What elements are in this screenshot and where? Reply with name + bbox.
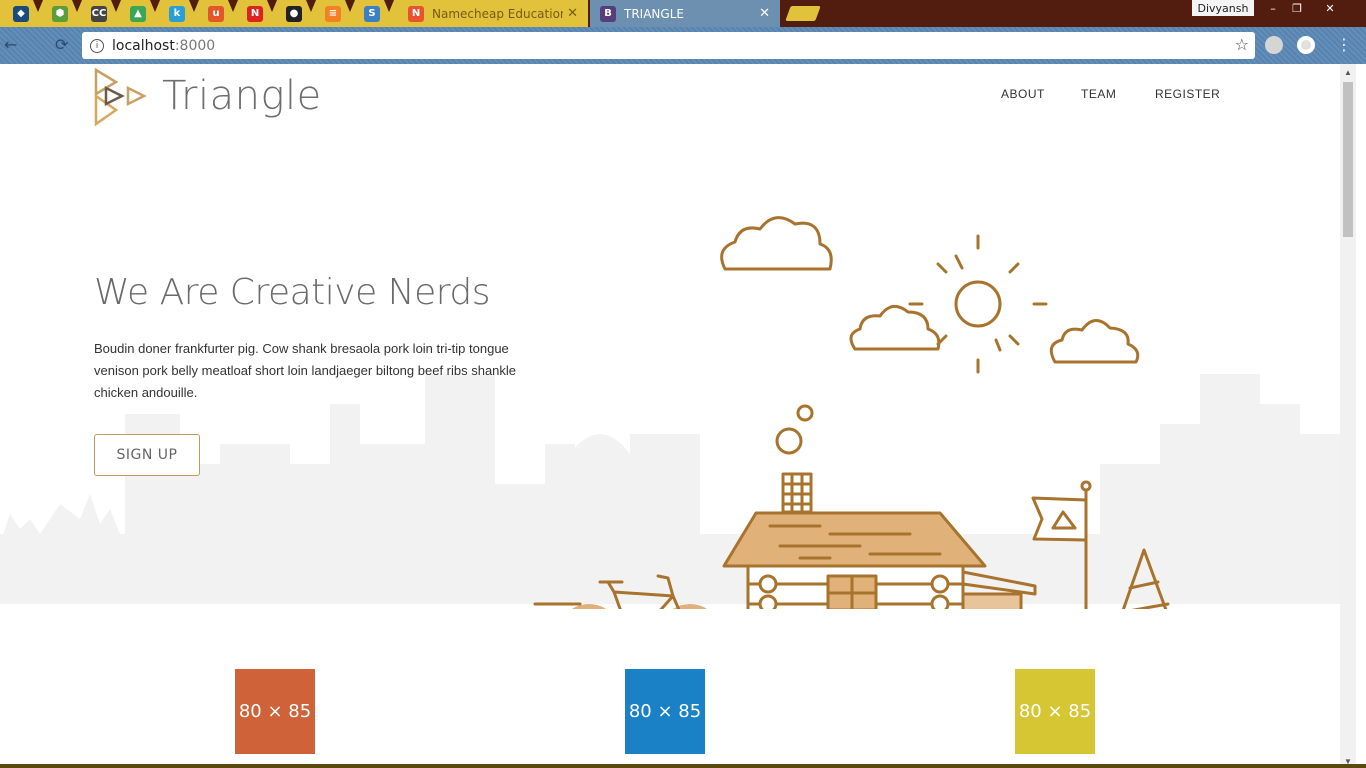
page-scrollbar[interactable]: ▲ ▼ [1340,64,1356,768]
menu-dots-icon[interactable]: ⋮ [1336,35,1352,54]
scroll-up-icon[interactable]: ▲ [1344,68,1352,77]
pinned-tab[interactable]: k [158,0,199,27]
scrollbar-thumb[interactable] [1343,82,1353,237]
cc-icon: CC [91,5,107,22]
hero-title: We Are Creative Nerds [94,272,491,313]
close-icon[interactable]: ✕ [567,6,578,21]
n-icon: N [247,5,263,22]
logo-text: Triangle [162,73,322,119]
hero-body: Boudin doner frankfurter pig. Cow shank … [94,341,517,400]
cloud-icon [1049,319,1140,364]
triangle-logo-icon [94,67,147,126]
pinned-tab[interactable]: S [353,0,394,27]
bird-icon: ◆ [13,5,29,22]
minimize-button[interactable]: – [1262,0,1284,16]
u-icon: u [208,5,224,22]
close-icon[interactable]: ✕ [759,6,770,21]
s-icon: S [364,5,380,22]
new-tab-button[interactable] [785,6,821,21]
tab-triangle[interactable]: B TRIANGLE ✕ [590,0,780,27]
site-logo[interactable]: Triangle [94,66,322,126]
back-icon[interactable]: ← [4,35,17,54]
cloud-icon [720,216,833,271]
extension-icon[interactable] [1265,36,1283,54]
close-window-button[interactable]: ✕ [1310,0,1350,16]
address-bar[interactable]: i localhost:8000 ☆ [82,32,1255,59]
pinned-tab-strip: ◆ ⬢ CC ▲ k u N ● ≡ S [0,0,398,27]
github-icon: ● [286,5,302,22]
nav-register[interactable]: REGISTER [1155,87,1220,101]
tab-title: Namecheap Education P [432,6,564,21]
tab-title: TRIANGLE [624,6,684,21]
info-icon[interactable]: i [90,38,104,53]
page-viewport: Triangle ABOUT TEAM REGISTER We Are Crea… [0,64,1340,768]
taskbar-edge [0,764,1366,768]
profile-button[interactable]: Divyansh [1192,0,1254,16]
sun-icon [954,280,1002,328]
tab-separator [384,0,394,12]
pinned-tab[interactable]: u [197,0,238,27]
placeholder-tile-1: 80 × 85 [235,669,315,754]
url-host: localhost [112,37,175,54]
browser-toolbar: ← ⟳ i localhost:8000 ☆ ⋮ [0,27,1366,64]
bootstrap-icon: B [600,5,616,22]
nav-team[interactable]: TEAM [1081,87,1116,101]
pinned-tab[interactable]: ⬢ [41,0,82,27]
browser-tab-bar: ◆ ⬢ CC ▲ k u N ● ≡ S N Namecheap Education P ✕ B … [0,0,1366,27]
pinned-tab[interactable]: ● [275,0,316,27]
url-port: :8000 [174,37,216,54]
drive-icon: ▲ [130,5,146,22]
cloud-icon [849,304,941,351]
extension-ring-icon[interactable] [1297,36,1315,54]
namecheap-icon: N [408,5,424,22]
bookmark-star-icon[interactable]: ☆ [1235,35,1249,54]
cube-icon: ⬢ [52,5,68,22]
stack-icon: ≡ [325,5,341,22]
tab-namecheap[interactable]: N Namecheap Education P ✕ [398,0,588,27]
reload-icon[interactable]: ⟳ [55,35,68,54]
placeholder-tile-3: 80 × 85 [1015,669,1095,754]
k-icon: k [169,5,185,22]
window-frame [1356,64,1366,768]
pinned-tab[interactable]: CC [80,0,121,27]
pinned-tab[interactable]: N [236,0,277,27]
nav-about[interactable]: ABOUT [1001,87,1045,101]
pinned-tab[interactable]: ≡ [314,0,355,27]
cabin-illustration [533,216,1170,609]
pinned-tab[interactable]: ▲ [119,0,160,27]
placeholder-tile-2: 80 × 85 [625,669,705,754]
sign-up-button[interactable]: SIGN UP [94,434,200,476]
restore-button[interactable]: ❐ [1286,0,1308,16]
pinned-tab[interactable]: ◆ [2,0,43,27]
